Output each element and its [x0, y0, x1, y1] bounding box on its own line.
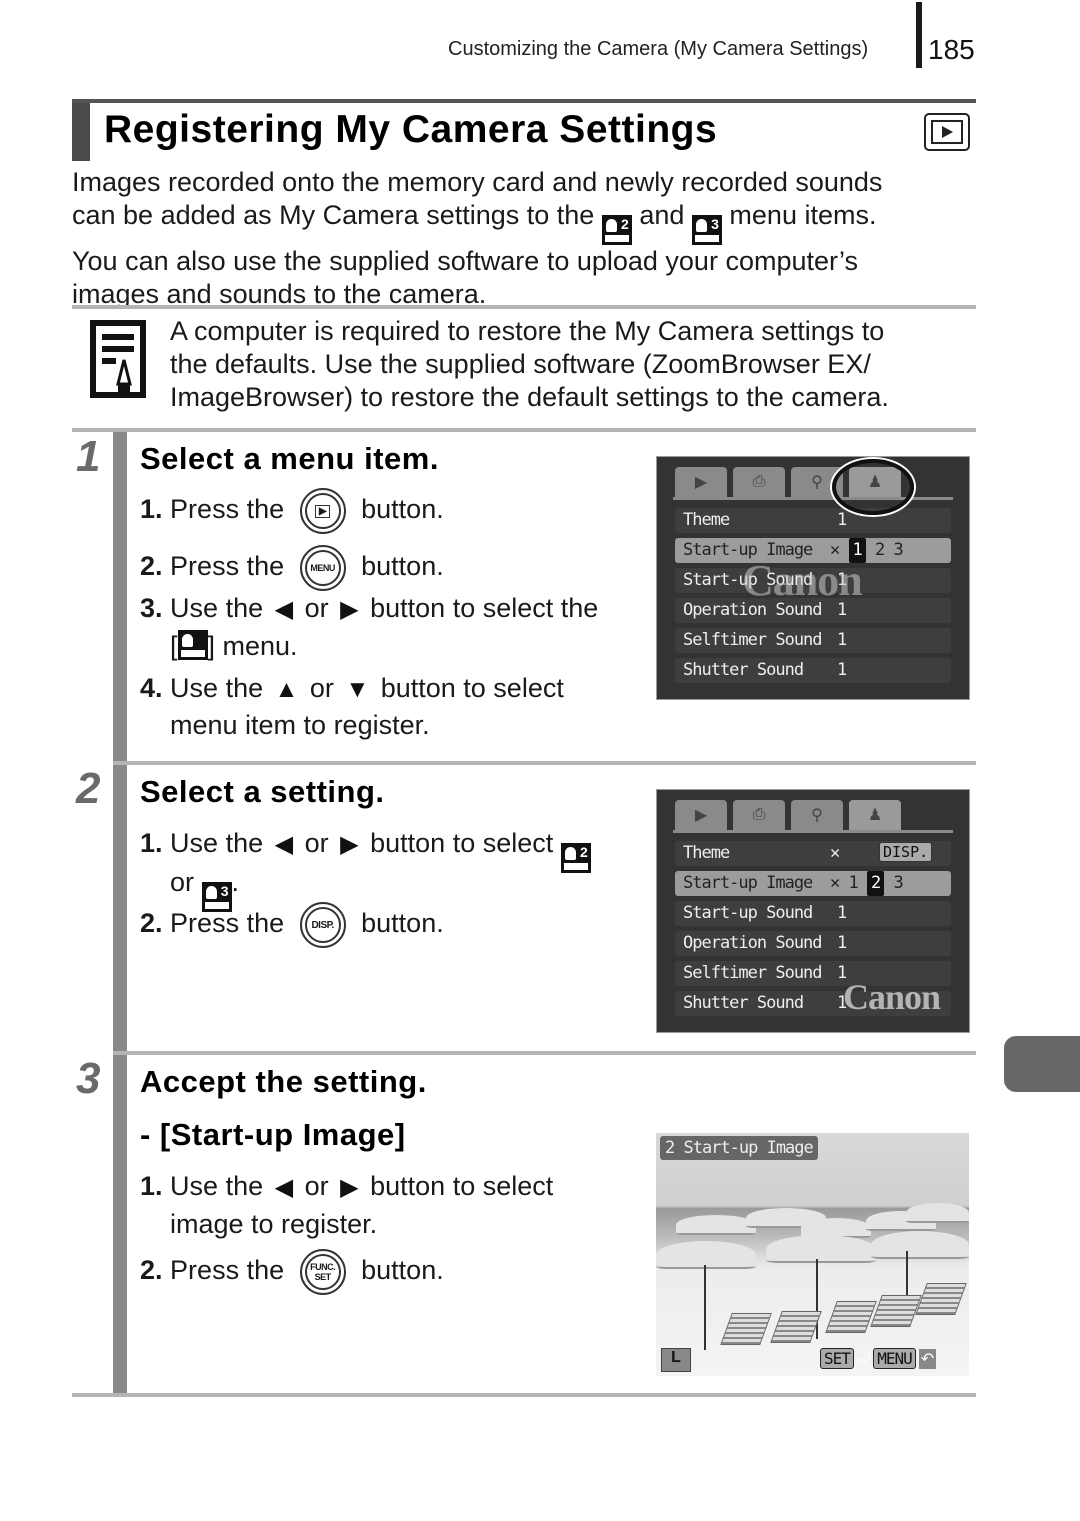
right-arrow-icon: ▶ — [340, 596, 359, 623]
screen-footer-controls: SET ⤾ MENU ↶ — [820, 1348, 937, 1369]
step-bar — [113, 432, 127, 762]
register-icon: ⤾ — [856, 1349, 871, 1367]
title-rule — [72, 99, 976, 103]
step-subtitle: - [Start-up Image] — [140, 1117, 406, 1152]
instruction-item: 4. Use the ▲ or ▼ button to select — [140, 673, 564, 703]
tab-playback: ▶ — [675, 467, 727, 497]
func-set-button-icon: FUNC. SET — [299, 1249, 346, 1295]
bottom-rule — [72, 1393, 976, 1397]
instruction-item: 2. Press the MENU button. — [140, 545, 444, 591]
tab-my-camera: ♟ — [849, 800, 901, 830]
menu-row: Selftimer Sound 1 — [675, 628, 951, 653]
instruction-item: 3. Use the ◀ or ▶ button to select the — [140, 593, 599, 623]
my-camera-menu-icon — [177, 630, 208, 660]
instruction-item: 1. Use the ◀ or ▶ button to select — [140, 1171, 554, 1201]
menu-row: Theme 1 — [675, 508, 951, 533]
tab-print: ⎙ — [733, 467, 785, 497]
menu-row: Shutter Sound 1 — [675, 658, 951, 683]
camera-screen-setting: ▶ ⎙ ⚲ ♟ Theme ✕ DISP. Start-up Image ✕ 1 … — [656, 789, 970, 1033]
tab-print: ⎙ — [733, 800, 785, 830]
my-camera-3-icon: 3 — [691, 215, 722, 245]
instruction-continuation: image to register. — [170, 1209, 378, 1239]
step-title: Accept the setting. — [140, 1064, 427, 1099]
up-arrow-icon: ▲ — [274, 676, 299, 703]
set-chip: SET — [820, 1348, 854, 1369]
header-divider — [916, 2, 922, 68]
highlight-circle — [832, 459, 914, 515]
disp-chip: DISP. — [879, 842, 933, 862]
note-top-rule — [72, 305, 976, 309]
intro-line: can be added as My Camera settings to th… — [72, 199, 982, 245]
menu-tabs: ▶ ⎙ ⚲ ♟ — [675, 800, 901, 830]
step-title: Select a menu item. — [140, 441, 439, 476]
instruction-continuation: menu item to register. — [170, 710, 430, 740]
step-divider — [113, 761, 976, 765]
intro-line: You can also use the supplied software t… — [72, 246, 859, 276]
my-camera-2-icon: 2 — [560, 843, 591, 873]
down-arrow-icon: ▼ — [345, 676, 370, 703]
step-bar — [113, 1055, 127, 1395]
page-title: Registering My Camera Settings — [104, 108, 718, 151]
startup-image-preview — [656, 1133, 969, 1376]
camera-screen-menu: ▶ ⎙ ⚲ ♟ Theme 1 Start-up Image ✕ 1 2 3 St… — [656, 456, 970, 700]
running-head: Customizing the Camera (My Camera Settin… — [448, 38, 869, 60]
disp-button-icon: DISP. — [299, 902, 346, 948]
step-number: 2 — [76, 764, 101, 813]
my-camera-2-icon: 2 — [601, 215, 632, 245]
playback-button-icon: ▶ — [299, 488, 346, 534]
canon-watermark: Canon — [843, 977, 941, 1017]
menu-row-selected: Start-up Image ✕ 1 2 3 — [675, 871, 951, 896]
left-arrow-icon: ◀ — [274, 596, 294, 623]
tab-playback: ▶ — [675, 800, 727, 830]
instruction-item: 2. Press the FUNC. SET button. — [140, 1249, 444, 1295]
step-number: 3 — [76, 1054, 101, 1103]
option-list: ✕ 1 2 3 — [830, 871, 904, 896]
instruction-item: 1. Press the ▶ button. — [140, 488, 444, 534]
step-title: Select a setting. — [140, 774, 385, 809]
instruction-item: 2. Press the DISP. button. — [140, 902, 444, 948]
title-accent-block — [72, 103, 90, 161]
tab-setup: ⚲ — [791, 800, 843, 830]
right-arrow-icon: ▶ — [340, 1174, 359, 1201]
menu-row: Operation Sound 1 — [675, 931, 951, 956]
note-bottom-rule — [72, 428, 976, 432]
left-arrow-icon: ◀ — [274, 831, 294, 858]
step-number: 1 — [76, 432, 101, 481]
image-size-icon: L — [661, 1348, 691, 1372]
memo-pencil-icon — [90, 320, 150, 402]
menu-chip: MENU — [873, 1348, 916, 1369]
left-arrow-icon: ◀ — [274, 1174, 294, 1201]
step-bar — [113, 765, 127, 1053]
canon-watermark: Canon — [742, 556, 863, 605]
right-arrow-icon: ▶ — [340, 831, 359, 858]
chapter-thumb-tab — [1004, 1036, 1080, 1092]
startup-image-label: 2 Start-up Image — [660, 1136, 818, 1160]
step-divider — [113, 1051, 976, 1055]
back-icon: ↶ — [918, 1348, 937, 1369]
note-text: A computer is required to restore the My… — [170, 316, 889, 412]
intro-line: Images recorded onto the memory card and… — [72, 167, 883, 197]
page-number: 185 — [928, 34, 975, 65]
instruction-continuation: [] menu. — [170, 630, 298, 661]
intro-paragraph: Images recorded onto the memory card and… — [72, 166, 982, 311]
menu-row: Start-up Sound 1 — [675, 901, 951, 926]
playback-mode-icon — [924, 113, 970, 151]
menu-button-icon: MENU — [299, 545, 346, 591]
